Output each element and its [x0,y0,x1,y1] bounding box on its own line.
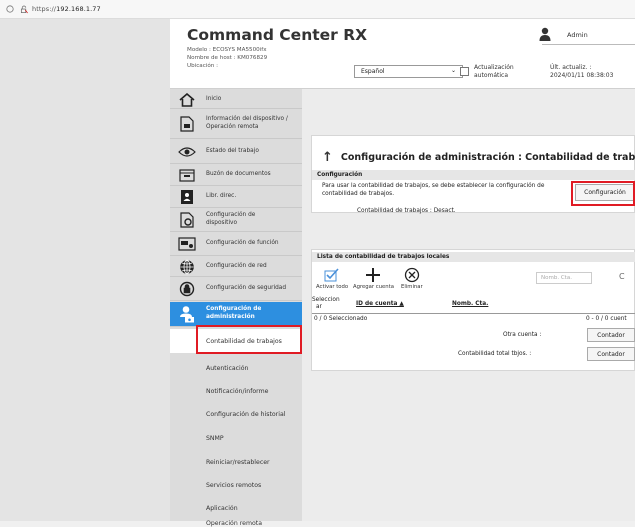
device-info-icon [177,116,197,132]
document-box-icon [177,167,197,183]
highlight-box-job-accounting [196,325,302,354]
accounting-status-label: Contabilidad de trabajos : [357,208,432,214]
sidebar-item-security[interactable]: Configuración de seguridad [170,278,302,301]
security-icon [177,281,197,297]
config-description-2: contabilidad de trabajos. [322,191,395,197]
sidebar-item-function-settings[interactable]: Configuración de función [170,233,302,256]
column-account-name[interactable]: Nomb. Cta. [452,301,488,307]
sidebar-item-document-box[interactable]: Buzón de documentos [170,165,302,186]
sidebar-item-device-info[interactable]: Información del dispositivo / Operación … [170,110,302,139]
config-section-header: Configuración [312,170,635,180]
list-section-header: Lista de contabilidad de trabajos locale… [312,252,635,262]
subitem-history-settings[interactable]: Configuración de historial [170,402,302,426]
not-secure-lock-icon[interactable] [20,5,28,13]
language-value: Español [361,68,385,75]
other-account-counter-button[interactable]: Contador [587,328,635,342]
sidebar-item-device-settings[interactable]: Configuración de dispositivo [170,209,302,232]
address-book-icon [177,189,197,205]
table-header-divider [312,313,635,314]
search-icon[interactable]: C [619,272,625,281]
sidebar-item-administration[interactable]: Configuración de administración [170,302,302,327]
column-account-id[interactable]: ID de cuenta ▲ [356,301,404,307]
arrow-up-icon[interactable]: ↑ [322,150,333,165]
accounting-status-value: Desact. [433,208,456,214]
eye-icon [177,144,197,160]
activate-all-button[interactable]: Activar todo [316,266,348,290]
column-select: Seleccion ar [312,297,340,310]
subitem-reset[interactable]: Reiniciar/restablecer [170,450,302,474]
delete-button[interactable]: Eliminar [401,266,423,290]
range-count: 0 - 0 / 0 cuent [586,316,627,322]
auto-update-checkbox[interactable] [460,67,469,76]
sidebar: Inicio Información del dispositivo / Ope… [170,89,302,527]
total-jobs-label: Contabilidad total tbjos. : [458,351,532,357]
tab-circle-icon [6,5,14,13]
subitem-authentication[interactable]: Autenticación [170,356,302,380]
url-text[interactable]: https://192.168.1.77 [32,5,101,13]
highlight-box-config-button [571,181,635,206]
selected-count: 0 / 0 Seleccionado [314,316,368,322]
admin-divider [542,44,635,45]
page-margin [0,19,170,521]
app-title: Command Center RX [187,26,368,44]
auto-update-label: Actualización automática [474,64,514,79]
admin-user-icon [539,27,551,42]
chevron-down-icon: ⌄ [450,67,456,74]
home-icon [177,92,197,108]
plus-icon [363,266,383,284]
subitem-snmp[interactable]: SNMP [170,426,302,450]
accounting-status: Contabilidad de trabajos : Desact. [357,208,456,214]
sidebar-item-address-book[interactable]: Libr. direc. [170,187,302,208]
language-select[interactable]: Español ⌄ [354,65,463,78]
admin-user-icon [177,306,197,323]
last-update-info: Últ. actualiz. : 2024/01/11 08:38:03 [550,64,614,79]
function-settings-icon [177,236,197,252]
subitem-notification[interactable]: Notificación/informe [170,379,302,403]
sidebar-item-network[interactable]: Configuración de red [170,257,302,277]
model-label: Modelo : ECOSYS MA5500ifx [187,47,267,53]
subitem-remote-services[interactable]: Servicios remotos [170,473,302,497]
delete-circle-x-icon [402,266,422,284]
checkbox-check-icon [322,266,342,284]
sidebar-item-job-status[interactable]: Estado del trabajo [170,140,302,164]
sidebar-item-inicio[interactable]: Inicio [170,91,302,109]
main-content: ↑ Configuración de administración : Cont… [302,89,635,521]
browser-url-bar[interactable]: https://192.168.1.77 [0,0,635,19]
admin-username[interactable]: Admin [567,31,588,39]
other-account-label: Otra cuenta : [503,332,542,338]
host-label: Nombre de host : KM076829 [187,55,268,61]
globe-icon [177,259,197,275]
location-label: Ubicación : [187,63,218,69]
page-title: ↑ Configuración de administración : Cont… [322,150,635,165]
config-description-1: Para usar la contabilidad de trabajos, s… [322,183,545,189]
subitem-remote-operation[interactable]: Operación remota [170,513,302,527]
account-search-input[interactable]: Nomb. Cta. [536,272,592,284]
total-jobs-counter-button[interactable]: Contador [587,347,635,361]
add-account-button[interactable]: Agregar cuenta [353,266,394,290]
device-settings-icon [177,212,197,228]
